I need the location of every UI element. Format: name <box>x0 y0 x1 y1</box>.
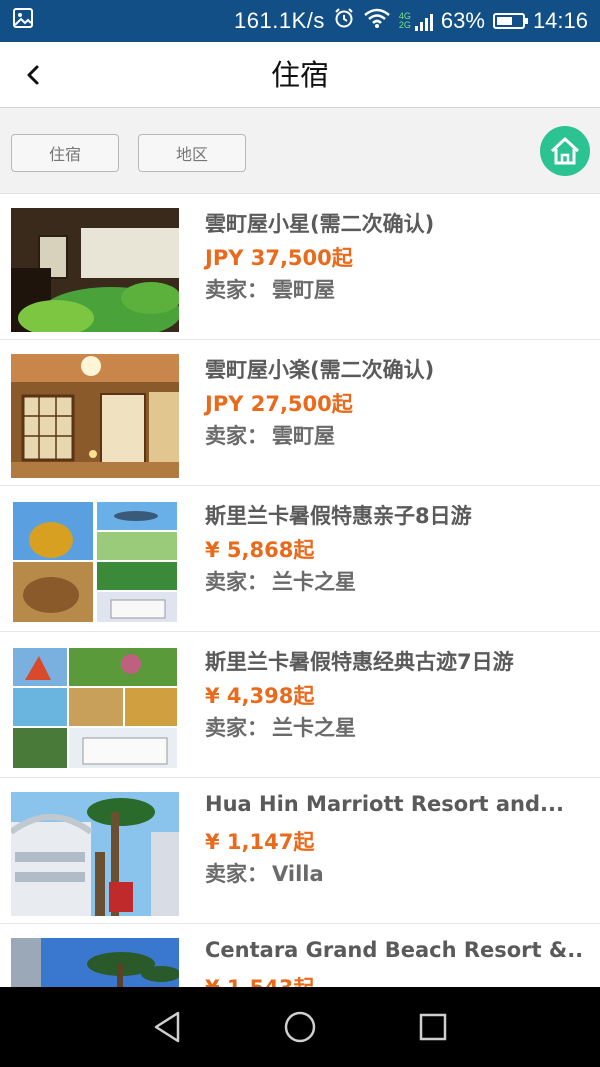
page-title: 住宿 <box>270 58 329 92</box>
product-image <box>11 792 179 916</box>
item-price: ¥ 1,147起 <box>205 830 315 854</box>
item-seller: 卖家： Villa <box>205 862 324 886</box>
nav-recents-button[interactable] <box>413 1007 453 1047</box>
network-type-badge: 4G 2G <box>398 11 411 30</box>
filter-accommodation-button[interactable]: 住宿 <box>11 134 119 172</box>
product-image <box>11 938 179 988</box>
circle-home-icon <box>284 1011 316 1043</box>
clock: 14:16 <box>532 8 588 33</box>
nav-back-button[interactable] <box>147 1007 187 1047</box>
item-seller: 卖家： 兰卡之星 <box>205 716 356 740</box>
home-icon <box>550 137 580 165</box>
item-title: Hua Hin Marriott Resort and... <box>205 792 564 816</box>
item-title: 雲町屋小楽(需二次确认) <box>205 358 435 382</box>
list-item[interactable]: Hua Hin Marriott Resort and... ¥ 1,147起 … <box>0 778 600 924</box>
nav-home-button[interactable] <box>280 1007 320 1047</box>
filter-region-button[interactable]: 地区 <box>138 134 246 172</box>
battery-percent: 63% <box>440 8 485 33</box>
home-button[interactable] <box>540 126 590 176</box>
status-bar: 161.1K/s 4G 2G 63% 14:16 <box>0 0 600 42</box>
list-item[interactable]: 雲町屋小星(需二次确认) JPY 37,500起 卖家： 雲町屋 <box>0 194 600 340</box>
system-nav-bar <box>0 987 600 1067</box>
network-speed: 161.1K/s <box>234 8 325 33</box>
filter-bar: 住宿 地区 <box>0 108 600 194</box>
product-image <box>11 646 179 770</box>
item-title: Centara Grand Beach Resort &... <box>205 938 585 962</box>
product-image <box>11 500 179 624</box>
list-item[interactable]: Centara Grand Beach Resort &... ¥ 1,543起 <box>0 924 600 988</box>
item-title: 斯里兰卡暑假特惠亲子8日游 <box>205 504 472 528</box>
item-seller: 卖家： 雲町屋 <box>205 424 335 448</box>
item-title: 雲町屋小星(需二次确认) <box>205 212 435 236</box>
item-price: ¥ 4,398起 <box>205 684 315 708</box>
triangle-back-icon <box>154 1011 180 1043</box>
product-list: 雲町屋小星(需二次确认) JPY 37,500起 卖家： 雲町屋 雲町屋小楽(需二… <box>0 194 600 988</box>
wifi-icon <box>363 7 391 35</box>
item-price: ¥ 1,543起 <box>205 976 315 988</box>
item-price: JPY 27,500起 <box>205 392 353 416</box>
item-seller: 卖家： 兰卡之星 <box>205 570 356 594</box>
list-item[interactable]: 斯里兰卡暑假特惠经典古迹7日游 ¥ 4,398起 卖家： 兰卡之星 <box>0 632 600 778</box>
alarm-icon <box>333 7 355 35</box>
square-recents-icon <box>419 1013 447 1041</box>
item-price: ¥ 5,868起 <box>205 538 315 562</box>
list-item[interactable]: 斯里兰卡暑假特惠亲子8日游 ¥ 5,868起 卖家： 兰卡之星 <box>0 486 600 632</box>
item-seller: 卖家： 雲町屋 <box>205 278 335 302</box>
item-title: 斯里兰卡暑假特惠经典古迹7日游 <box>205 650 514 674</box>
item-price: JPY 37,500起 <box>205 246 353 270</box>
list-item[interactable]: 雲町屋小楽(需二次确认) JPY 27,500起 卖家： 雲町屋 <box>0 340 600 486</box>
product-image <box>11 208 179 332</box>
title-bar: 住宿 <box>0 42 600 108</box>
signal-icon <box>414 11 433 31</box>
gallery-icon <box>12 7 34 35</box>
product-image <box>11 354 179 478</box>
battery-icon <box>492 13 528 29</box>
